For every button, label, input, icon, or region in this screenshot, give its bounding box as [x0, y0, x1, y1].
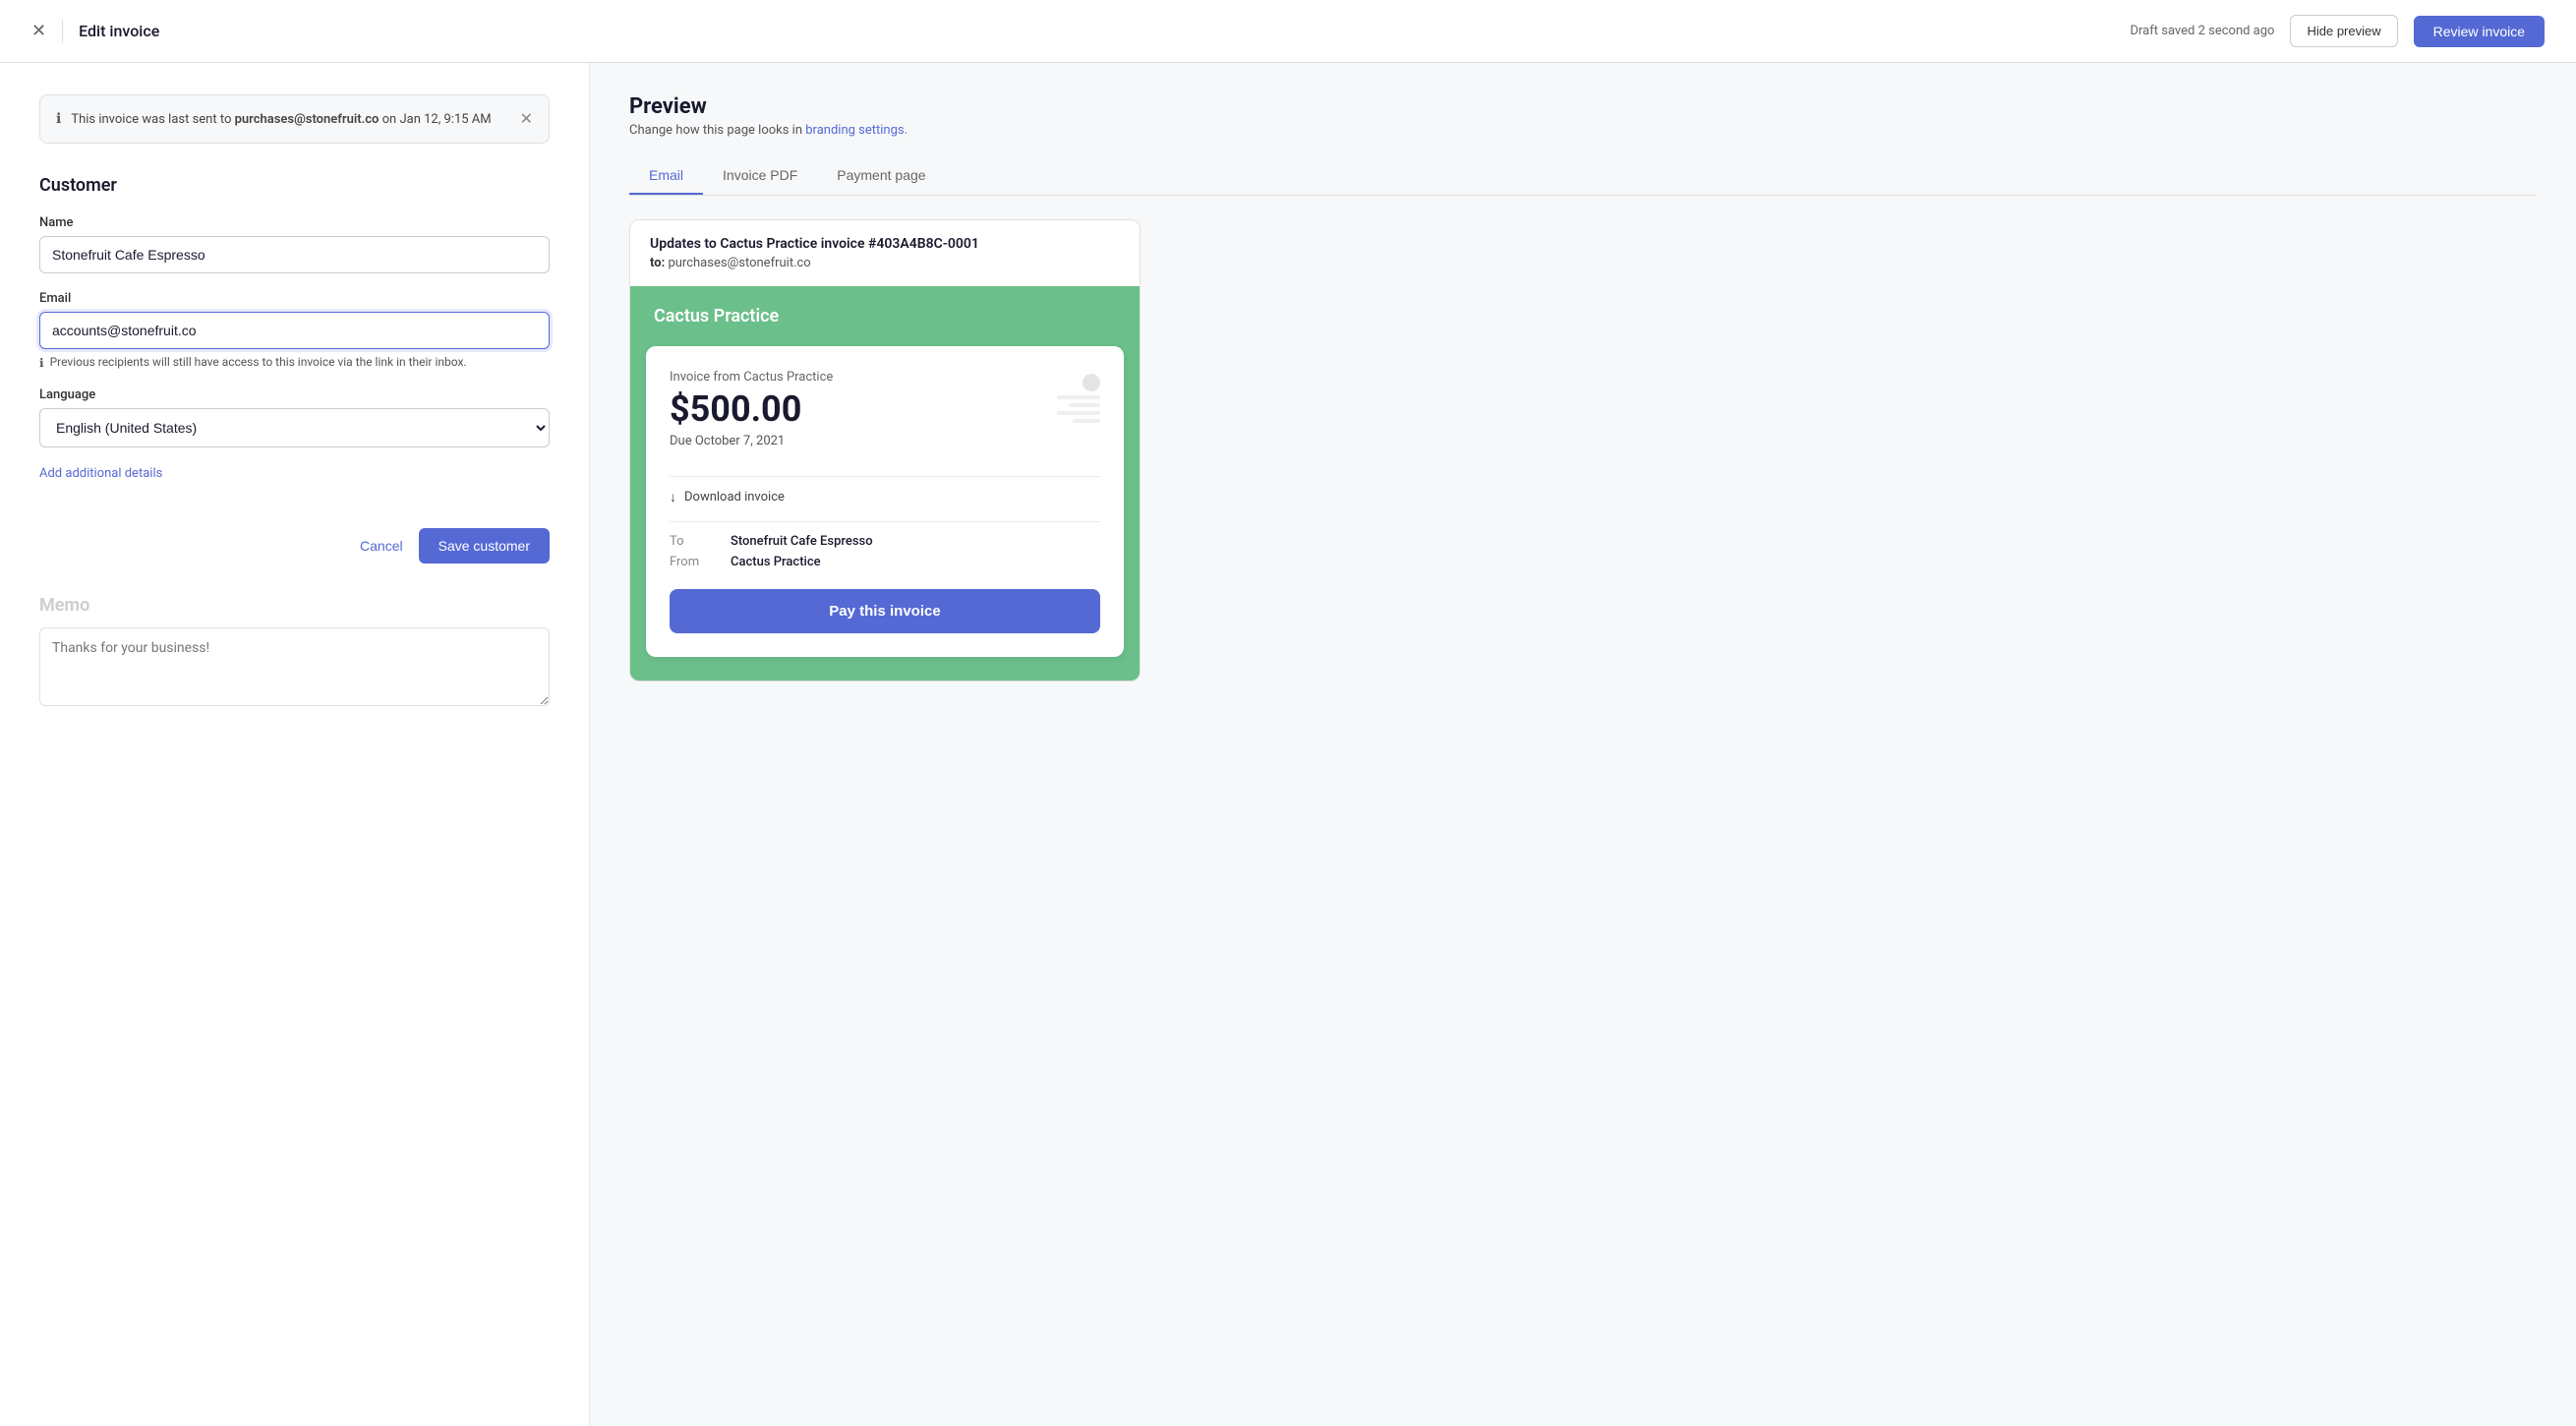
to-row: To Stonefruit Cafe Espresso — [670, 534, 1100, 549]
header-divider — [62, 20, 63, 43]
thumb-line-long — [1057, 395, 1100, 399]
header-title: Edit invoice — [79, 22, 159, 40]
main-layout: ℹ This invoice was last sent to purchase… — [0, 63, 2576, 1426]
to-label: To — [670, 534, 719, 549]
download-arrow-icon: ↓ — [670, 489, 676, 505]
close-button[interactable]: ✕ — [31, 21, 46, 41]
email-field-group: Email ℹ Previous recipients will still h… — [39, 291, 550, 370]
download-label: Download invoice — [684, 490, 785, 505]
cancel-button[interactable]: Cancel — [360, 538, 403, 554]
header: ✕ Edit invoice Draft saved 2 second ago … — [0, 0, 2576, 63]
to-value: Stonefruit Cafe Espresso — [731, 534, 873, 549]
tab-email[interactable]: Email — [629, 157, 703, 195]
preview-tabs: Email Invoice PDF Payment page — [629, 157, 2537, 196]
info-icon: ℹ — [56, 111, 61, 127]
banner-close-button[interactable]: ✕ — [520, 109, 533, 129]
invoice-body: Invoice from Cactus Practice $500.00 Due… — [630, 346, 1140, 681]
name-input[interactable] — [39, 236, 550, 273]
hide-preview-button[interactable]: Hide preview — [2290, 15, 2397, 47]
right-panel: Preview Change how this page looks in br… — [590, 63, 2576, 1426]
save-customer-button[interactable]: Save customer — [419, 528, 550, 564]
invoice-thumbnail — [1057, 374, 1100, 423]
invoice-due: Due October 7, 2021 — [670, 434, 1057, 448]
name-field-group: Name — [39, 215, 550, 273]
invoice-inner: Invoice from Cactus Practice $500.00 Due… — [646, 346, 1124, 657]
review-invoice-button[interactable]: Review invoice — [2414, 16, 2545, 47]
download-row: ↓ Download invoice — [670, 489, 1100, 505]
pay-invoice-button[interactable]: Pay this invoice — [670, 589, 1100, 633]
customer-section-title: Customer — [39, 175, 550, 196]
from-row: From Cactus Practice — [670, 555, 1100, 569]
customer-section: Customer Name Email ℹ Previous recipient… — [39, 175, 550, 564]
invoice-header-row: Invoice from Cactus Practice $500.00 Due… — [670, 370, 1100, 464]
banner-text: This invoice was last sent to purchases@… — [71, 112, 491, 127]
left-panel: ℹ This invoice was last sent to purchase… — [0, 63, 590, 1426]
email-subject: Updates to Cactus Practice invoice #403A… — [650, 236, 1120, 252]
thumb-line-short — [1073, 419, 1100, 423]
header-left: ✕ Edit invoice — [31, 20, 159, 43]
invoice-header-info: Invoice from Cactus Practice $500.00 Due… — [670, 370, 1057, 464]
email-label: Email — [39, 291, 550, 306]
name-label: Name — [39, 215, 550, 230]
tab-payment-page[interactable]: Payment page — [817, 157, 945, 195]
thumb-line-medium — [1069, 403, 1100, 407]
memo-textarea[interactable] — [39, 627, 550, 706]
language-label: Language — [39, 387, 550, 402]
memo-title: Memo — [39, 595, 550, 616]
language-field-group: Language English (United States) — [39, 387, 550, 447]
info-banner-left: ℹ This invoice was last sent to purchase… — [56, 111, 492, 127]
invoice-from: Invoice from Cactus Practice — [670, 370, 1057, 385]
form-actions: Cancel Save customer — [39, 528, 550, 564]
email-input[interactable] — [39, 312, 550, 349]
helper-info-icon: ℹ — [39, 356, 44, 370]
preview-subtitle: Change how this page looks in branding s… — [629, 123, 2537, 138]
draft-status: Draft saved 2 second ago — [2130, 24, 2274, 38]
email-to: to: purchases@stonefruit.co — [650, 256, 1120, 270]
thumb-circle — [1083, 374, 1100, 391]
from-value: Cactus Practice — [731, 555, 821, 569]
email-helper: ℹ Previous recipients will still have ac… — [39, 355, 550, 370]
invoice-amount: $500.00 — [670, 388, 1057, 430]
tab-invoice-pdf[interactable]: Invoice PDF — [703, 157, 817, 195]
email-preview-card: Updates to Cactus Practice invoice #403A… — [629, 219, 1141, 682]
language-select[interactable]: English (United States) — [39, 408, 550, 447]
branding-settings-link[interactable]: branding settings. — [805, 123, 907, 138]
email-meta: Updates to Cactus Practice invoice #403A… — [630, 220, 1140, 286]
info-banner: ℹ This invoice was last sent to purchase… — [39, 94, 550, 144]
add-details-link[interactable]: Add additional details — [39, 466, 162, 481]
from-label: From — [670, 555, 719, 569]
thumb-line-long2 — [1057, 411, 1100, 415]
invoice-meta-rows: To Stonefruit Cafe Espresso From Cactus … — [670, 534, 1100, 569]
preview-title: Preview — [629, 94, 2537, 119]
header-right: Draft saved 2 second ago Hide preview Re… — [2130, 15, 2545, 47]
invoice-divider — [670, 476, 1100, 477]
invoice-divider-2 — [670, 521, 1100, 522]
brand-name: Cactus Practice — [654, 306, 779, 327]
memo-section: Memo — [39, 595, 550, 710]
email-green-header: Cactus Practice — [630, 286, 1140, 346]
